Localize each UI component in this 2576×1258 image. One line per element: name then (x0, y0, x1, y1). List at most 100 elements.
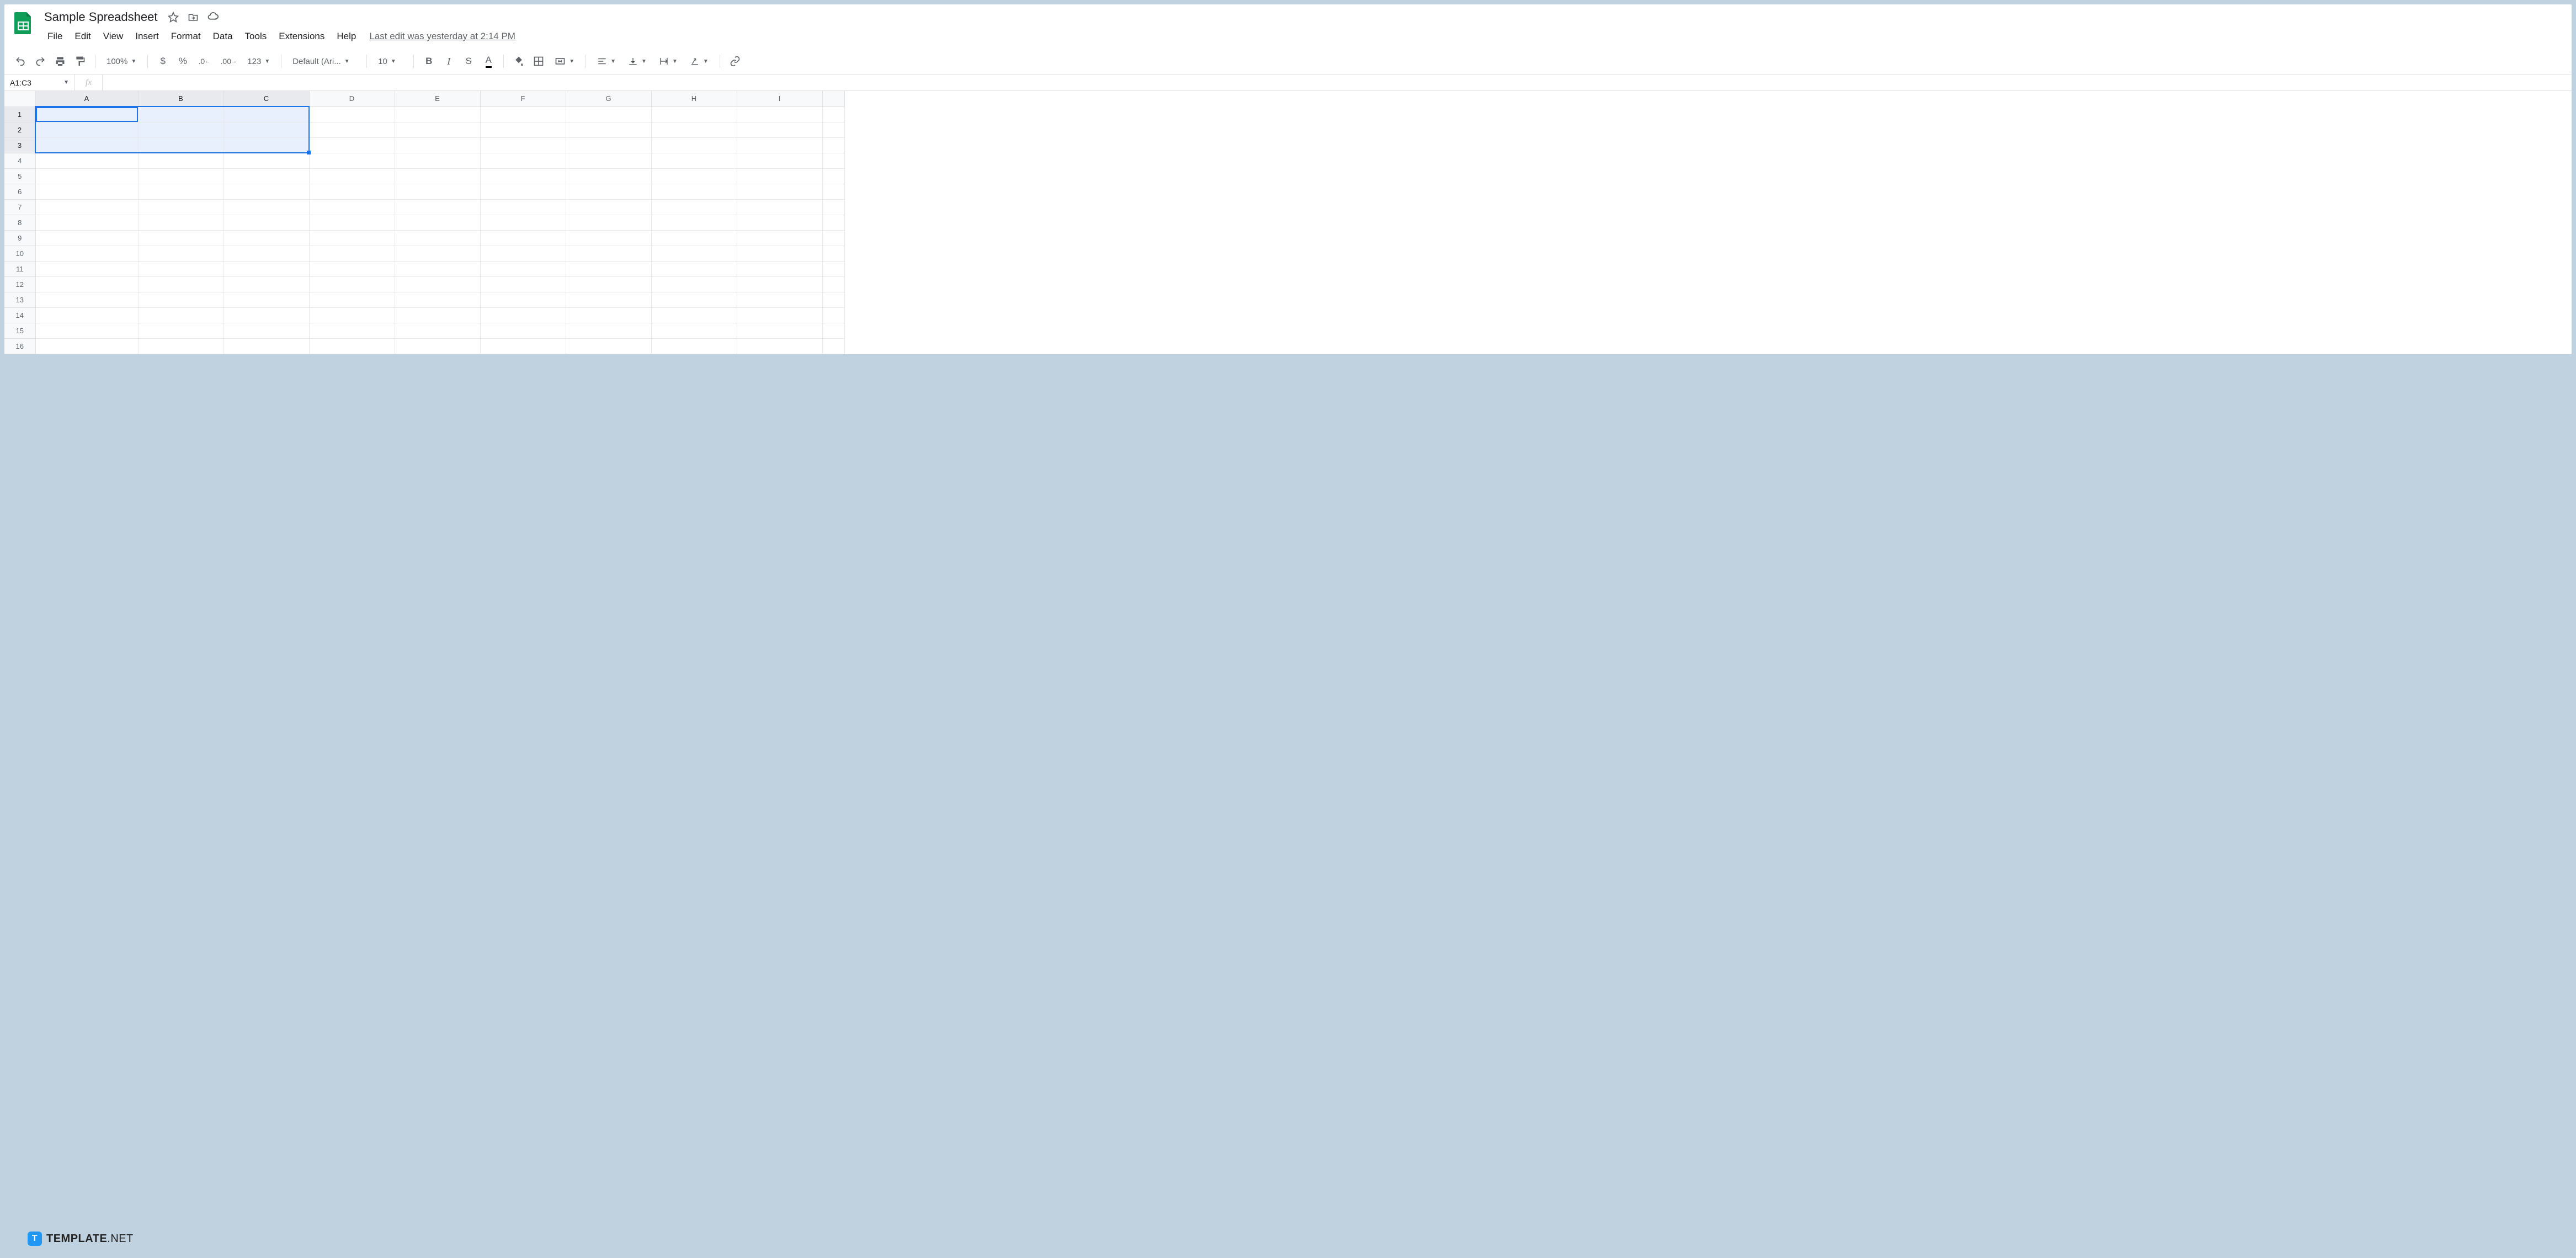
cell[interactable] (223, 261, 309, 276)
percent-button[interactable]: % (174, 53, 191, 70)
cell[interactable] (822, 106, 844, 122)
cell[interactable] (138, 230, 223, 246)
cell[interactable] (822, 215, 844, 230)
cell[interactable] (138, 106, 223, 122)
menu-view[interactable]: View (98, 28, 129, 45)
cell[interactable] (480, 199, 566, 215)
cell[interactable] (138, 137, 223, 153)
cell[interactable] (822, 168, 844, 184)
merge-cells-dropdown[interactable]: ▼ (550, 53, 579, 70)
cell[interactable] (651, 184, 737, 199)
cell[interactable] (822, 230, 844, 246)
cell[interactable] (480, 137, 566, 153)
cell[interactable] (822, 323, 844, 338)
cell[interactable] (35, 137, 138, 153)
cell[interactable] (309, 168, 395, 184)
cell[interactable] (309, 137, 395, 153)
italic-button[interactable]: I (440, 53, 457, 70)
cell[interactable] (35, 168, 138, 184)
row-header[interactable]: 5 (4, 168, 35, 184)
cell[interactable] (566, 276, 651, 292)
menu-file[interactable]: File (42, 28, 68, 45)
cell[interactable] (822, 276, 844, 292)
cell[interactable] (651, 153, 737, 168)
cell[interactable] (138, 122, 223, 137)
more-formats-dropdown[interactable]: 123 ▼ (243, 53, 274, 70)
row-header[interactable]: 2 (4, 122, 35, 137)
cell[interactable] (138, 184, 223, 199)
move-icon[interactable] (187, 11, 199, 23)
cell[interactable] (223, 122, 309, 137)
document-title[interactable]: Sample Spreadsheet (42, 9, 159, 25)
cell[interactable] (309, 292, 395, 307)
cell[interactable] (822, 137, 844, 153)
cell[interactable] (138, 215, 223, 230)
strikethrough-button[interactable]: S (460, 53, 477, 70)
cell[interactable] (822, 199, 844, 215)
cell[interactable] (651, 122, 737, 137)
cell[interactable] (309, 230, 395, 246)
cell[interactable] (822, 184, 844, 199)
cell[interactable] (35, 261, 138, 276)
row-header[interactable]: 14 (4, 307, 35, 323)
column-header[interactable]: C (223, 91, 309, 106)
cell[interactable] (309, 338, 395, 354)
cell[interactable] (395, 106, 480, 122)
cell[interactable] (223, 137, 309, 153)
row-header[interactable]: 13 (4, 292, 35, 307)
cell[interactable] (309, 276, 395, 292)
cell[interactable] (566, 323, 651, 338)
cell[interactable] (138, 307, 223, 323)
cell[interactable] (566, 137, 651, 153)
cell[interactable] (566, 106, 651, 122)
cell[interactable] (480, 106, 566, 122)
cell[interactable] (651, 168, 737, 184)
cell[interactable] (35, 230, 138, 246)
cell[interactable] (223, 215, 309, 230)
cell[interactable] (651, 261, 737, 276)
cell[interactable] (480, 153, 566, 168)
cell[interactable] (737, 106, 822, 122)
column-header[interactable]: D (309, 91, 395, 106)
cell[interactable] (566, 292, 651, 307)
cell[interactable] (223, 323, 309, 338)
cell[interactable] (566, 215, 651, 230)
cell[interactable] (138, 153, 223, 168)
decrease-decimal-button[interactable]: .0← (194, 53, 214, 70)
cell[interactable] (480, 323, 566, 338)
cell[interactable] (651, 276, 737, 292)
print-icon[interactable] (52, 53, 68, 70)
cell[interactable] (480, 246, 566, 261)
increase-decimal-button[interactable]: .00→ (217, 53, 239, 70)
cell[interactable] (651, 199, 737, 215)
column-header[interactable]: H (651, 91, 737, 106)
cell[interactable] (651, 230, 737, 246)
cell[interactable] (737, 292, 822, 307)
insert-link-icon[interactable] (727, 53, 743, 70)
row-header[interactable]: 3 (4, 137, 35, 153)
cell[interactable] (35, 199, 138, 215)
cell[interactable] (737, 246, 822, 261)
cell[interactable] (35, 122, 138, 137)
formula-input[interactable] (103, 74, 2572, 90)
cell[interactable] (651, 106, 737, 122)
text-rotation-dropdown[interactable]: ▼ (685, 53, 713, 70)
cell[interactable] (651, 215, 737, 230)
menu-data[interactable]: Data (207, 28, 238, 45)
cell[interactable] (35, 276, 138, 292)
cell[interactable] (737, 307, 822, 323)
cell[interactable] (737, 338, 822, 354)
cell[interactable] (737, 215, 822, 230)
cell[interactable] (566, 230, 651, 246)
cell[interactable] (566, 338, 651, 354)
cell[interactable] (35, 184, 138, 199)
column-header[interactable]: E (395, 91, 480, 106)
cell[interactable] (395, 323, 480, 338)
cell[interactable] (138, 292, 223, 307)
cell[interactable] (309, 199, 395, 215)
cell[interactable] (822, 338, 844, 354)
cell[interactable] (309, 184, 395, 199)
cell[interactable] (651, 307, 737, 323)
cell[interactable] (566, 153, 651, 168)
select-all-corner[interactable] (4, 91, 35, 106)
